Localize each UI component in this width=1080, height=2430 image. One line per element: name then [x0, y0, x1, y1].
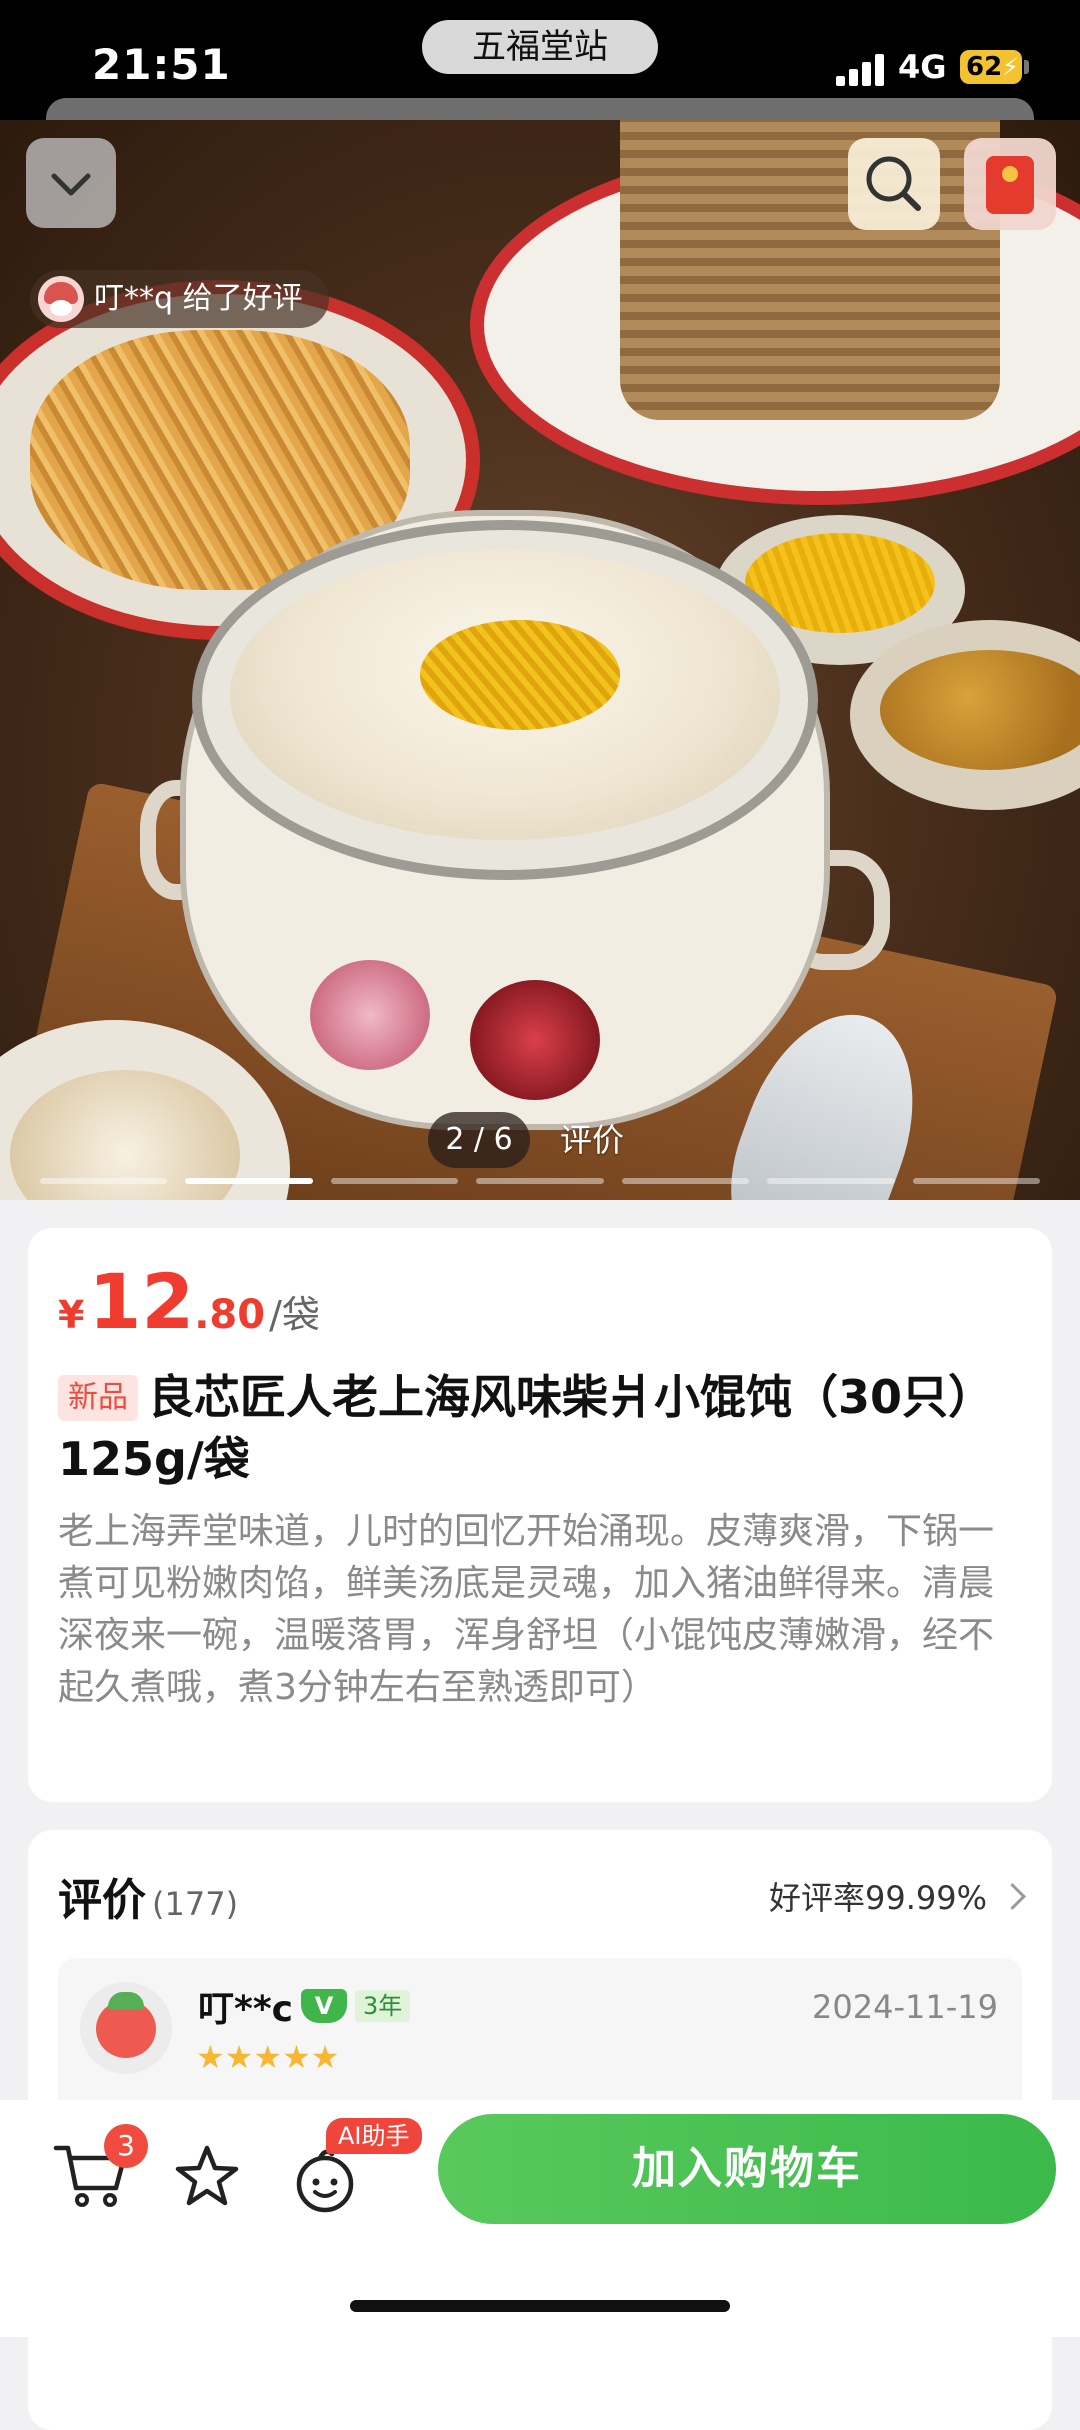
cart-count-badge: 3	[104, 2124, 148, 2168]
signal-icon	[836, 52, 888, 86]
product-info-card: ¥ 12 .80 /袋 新品 良芯匠人老上海风味柴爿小馄饨（30只）125g/袋 …	[28, 1228, 1052, 1802]
carousel-progress	[40, 1178, 1040, 1184]
add-to-cart-button[interactable]: 加入购物车	[438, 2114, 1056, 2224]
positive-rate[interactable]: 好评率99.99%	[768, 1873, 1026, 1919]
price-integer: 12	[88, 1257, 195, 1346]
station-pill[interactable]: 五福堂站	[422, 20, 658, 74]
reviews-count: (177)	[152, 1885, 239, 1923]
price-currency: ¥	[58, 1293, 85, 1337]
price-unit: /袋	[269, 1293, 320, 1337]
red-packet-button[interactable]	[964, 138, 1056, 230]
avatar	[80, 1982, 172, 2074]
image-section-label[interactable]: 评价	[560, 1112, 624, 1168]
product-title-text: 良芯匠人老上海风味柴爿小馄饨（30只）125g/袋	[58, 1370, 995, 1486]
new-badge: 新品	[58, 1375, 138, 1421]
favorite-star-icon[interactable]	[172, 2142, 242, 2212]
image-page-indicator: 2 / 6	[428, 1112, 530, 1168]
home-indicator[interactable]	[350, 2300, 730, 2312]
battery-level: 62	[966, 52, 1003, 82]
price: ¥ 12 .80 /袋	[58, 1262, 1022, 1342]
progress-segment	[621, 1178, 750, 1184]
review-date: 2024-11-19	[812, 1988, 998, 2026]
progress-segment	[40, 1178, 168, 1184]
progress-segment	[476, 1178, 604, 1184]
reviews-title: 评价	[58, 1875, 146, 1926]
network-type: 4G	[898, 48, 947, 86]
product-title: 新品 良芯匠人老上海风味柴爿小馄饨（30只）125g/袋	[58, 1366, 1022, 1490]
review-chip-text: 叮**q 给了好评	[94, 281, 303, 316]
battery-icon: 62 ⚡	[960, 50, 1022, 84]
red-packet-icon	[986, 156, 1034, 214]
avatar	[38, 276, 84, 322]
chevron-right-icon	[999, 1882, 1026, 1910]
progress-segment	[330, 1178, 459, 1184]
positive-rate-text: 好评率99.99%	[768, 1879, 987, 1917]
reviewer-name-text: 叮**c	[198, 1989, 293, 2030]
search-button[interactable]	[848, 138, 940, 230]
product-description: 老上海弄堂味道，儿时的回忆开始涌现。皮薄爽滑，下锅一煮可见粉嫩肉馅，鲜美汤底是灵…	[58, 1511, 995, 1708]
status-time: 21:51	[92, 40, 231, 89]
collapse-button[interactable]	[26, 138, 116, 228]
progress-segment-active	[185, 1178, 313, 1184]
search-icon	[866, 156, 921, 211]
reviewer-name: 叮**c V 3年	[198, 1980, 411, 2032]
star-rating: ★★★★★	[196, 2038, 340, 2076]
ai-assistant-icon[interactable]	[290, 2144, 360, 2214]
price-decimal: .80	[194, 1292, 266, 1338]
ai-assistant-badge: AI助手	[326, 2118, 422, 2154]
bamboo-steamer-image	[620, 120, 1000, 420]
reviews-header[interactable]: 评价 (177) 好评率99.99%	[58, 1864, 1026, 1928]
progress-segment	[767, 1178, 895, 1184]
recent-review-chip: 叮**q 给了好评	[30, 270, 329, 328]
vip-icon: V	[301, 1989, 347, 2023]
progress-segment	[912, 1178, 1040, 1184]
chevron-down-icon	[51, 173, 91, 196]
member-years-badge: 3年	[355, 1990, 411, 2022]
